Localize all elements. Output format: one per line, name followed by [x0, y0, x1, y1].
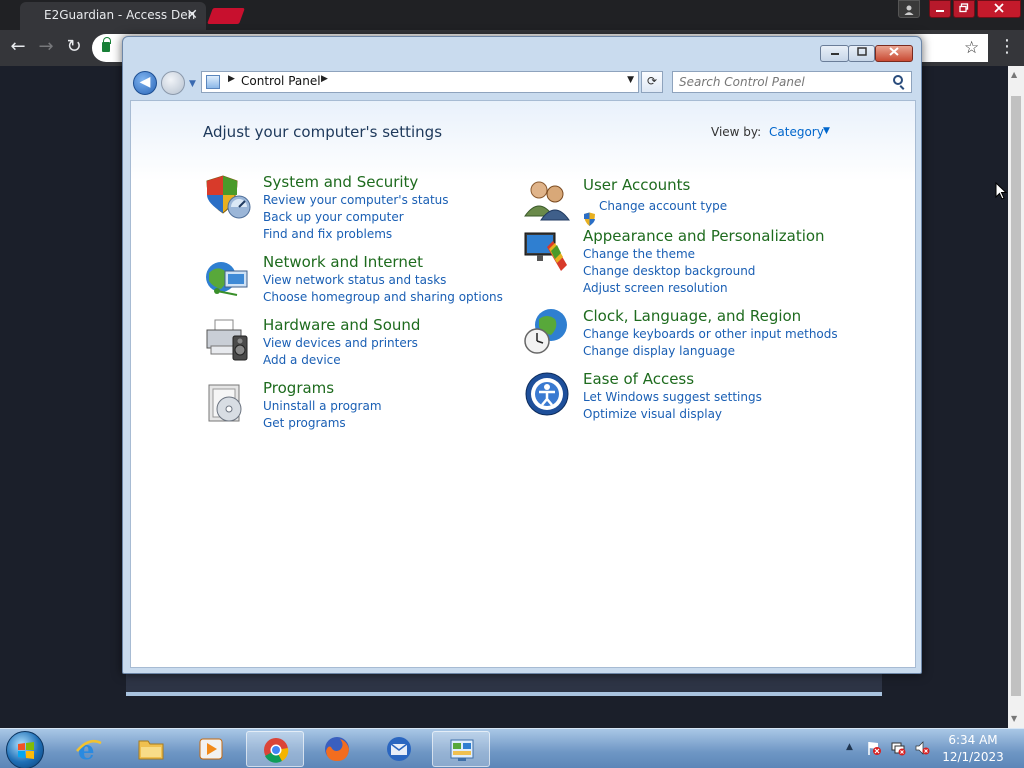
chrome-icon — [264, 738, 289, 763]
view-by-dropdown[interactable]: Category — [769, 125, 824, 139]
network-and-internet-link[interactable]: Network and Internet — [263, 253, 423, 271]
appearance-icon[interactable] — [523, 227, 571, 275]
internet-explorer-icon: e — [76, 736, 102, 763]
ease-of-access-link[interactable]: Ease of Access — [583, 370, 694, 388]
change-display-language-link[interactable]: Change display language — [583, 344, 735, 358]
review-status-link[interactable]: Review your computer's status — [263, 193, 449, 207]
network-status-icon[interactable] — [890, 740, 906, 756]
minimize-button[interactable] — [820, 45, 849, 62]
browser-tab-bar: E2Guardian - Access Den ✕ — [0, 0, 1024, 30]
users-icon[interactable] — [523, 176, 571, 224]
recent-pages-dropdown[interactable]: ▼ — [189, 79, 196, 89]
breadcrumb-control-panel[interactable]: Control Panel — [241, 74, 321, 88]
browser-minimize-button[interactable] — [929, 0, 951, 18]
background-window-edge — [126, 672, 882, 696]
firefox-icon — [325, 737, 349, 761]
system-and-security-link[interactable]: System and Security — [263, 173, 418, 191]
clock-language-region-link[interactable]: Clock, Language, and Region — [583, 307, 801, 325]
thunderbird-icon — [387, 737, 411, 761]
maximize-button[interactable] — [848, 45, 875, 62]
tab-close-icon[interactable]: ✕ — [186, 2, 198, 28]
chevron-down-icon[interactable]: ▼ — [823, 126, 830, 136]
reload-icon[interactable]: ↻ — [62, 36, 86, 60]
uac-shield-icon — [584, 212, 595, 226]
taskbar-chrome[interactable] — [246, 731, 304, 767]
clock-globe-icon[interactable] — [523, 307, 571, 355]
programs-link[interactable]: Programs — [263, 379, 334, 397]
scroll-thumb[interactable] — [1011, 96, 1021, 696]
action-center-flag-icon[interactable] — [866, 740, 882, 756]
clock-date[interactable]: 12/1/2023 — [936, 750, 1010, 764]
browser-menu-icon[interactable]: ⋮ — [998, 36, 1016, 58]
windows-suggest-settings-link[interactable]: Let Windows suggest settings — [583, 390, 762, 404]
taskbar-control-panel[interactable] — [432, 731, 490, 767]
browser-tab[interactable]: E2Guardian - Access Den ✕ — [20, 2, 206, 30]
view-network-status-link[interactable]: View network status and tasks — [263, 273, 446, 287]
back-arrow-icon[interactable]: ← — [6, 36, 30, 60]
taskbar-thunderbird[interactable] — [370, 731, 428, 767]
forward-button[interactable] — [161, 71, 185, 95]
user-accounts-link[interactable]: User Accounts — [583, 176, 690, 194]
lock-icon — [102, 37, 111, 52]
browser-close-button[interactable] — [977, 0, 1021, 18]
back-up-computer-link[interactable]: Back up your computer — [263, 210, 404, 224]
taskbar-firefox[interactable] — [308, 731, 366, 767]
clock-time[interactable]: 6:34 AM — [936, 733, 1010, 747]
windows-logo-icon — [18, 742, 34, 759]
page-title: Adjust your computer's settings — [203, 123, 443, 141]
browser-maximize-button[interactable] — [953, 0, 975, 18]
appearance-personalization-link[interactable]: Appearance and Personalization — [583, 227, 825, 245]
scroll-up-arrow-icon[interactable]: ▲ — [1011, 70, 1017, 79]
control-panel-icon — [450, 739, 474, 761]
control-panel-window: ◀ ▼ ▶ Control Panel ▶ ▼ ⟳ Adjust your co… — [122, 36, 922, 674]
new-tab-button[interactable] — [207, 8, 245, 24]
breadcrumb-separator[interactable]: ▶ — [228, 74, 235, 84]
change-keyboards-link[interactable]: Change keyboards or other input methods — [583, 327, 838, 341]
scroll-down-arrow-icon[interactable]: ▼ — [1011, 714, 1017, 723]
taskbar-media-player[interactable] — [182, 731, 240, 767]
printer-icon[interactable] — [203, 316, 251, 364]
refresh-button[interactable]: ⟳ — [641, 71, 663, 93]
find-fix-problems-link[interactable]: Find and fix problems — [263, 227, 392, 241]
view-by-label: View by: — [711, 125, 762, 139]
network-icon[interactable] — [203, 253, 251, 301]
page-scrollbar[interactable]: ▲ ▼ — [1008, 66, 1024, 728]
search-icon[interactable] — [893, 75, 903, 85]
change-theme-link[interactable]: Change the theme — [583, 247, 695, 261]
adjust-screen-resolution-link[interactable]: Adjust screen resolution — [583, 281, 728, 295]
control-panel-address-bar[interactable]: ▶ Control Panel ▶ ▼ — [201, 71, 639, 93]
ease-of-access-icon[interactable] — [523, 370, 571, 418]
browser-tab-title: E2Guardian - Access Den — [44, 8, 196, 22]
uninstall-program-link[interactable]: Uninstall a program — [263, 399, 382, 413]
profile-icon[interactable] — [898, 0, 920, 18]
hardware-and-sound-link[interactable]: Hardware and Sound — [263, 316, 420, 334]
start-button[interactable] — [6, 731, 44, 768]
media-player-icon — [199, 738, 223, 760]
address-dropdown-icon[interactable]: ▼ — [627, 75, 634, 85]
mouse-cursor-icon — [995, 182, 1007, 200]
view-devices-printers-link[interactable]: View devices and printers — [263, 336, 418, 350]
taskbar-file-explorer[interactable] — [122, 731, 180, 767]
optimize-visual-display-link[interactable]: Optimize visual display — [583, 407, 722, 421]
taskbar-internet-explorer[interactable]: e — [60, 731, 118, 767]
breadcrumb-separator-2[interactable]: ▶ — [321, 74, 328, 84]
back-button[interactable]: ◀ — [133, 71, 157, 95]
add-device-link[interactable]: Add a device — [263, 353, 341, 367]
file-explorer-icon — [138, 740, 164, 760]
get-programs-link[interactable]: Get programs — [263, 416, 346, 430]
volume-muted-icon[interactable] — [914, 740, 930, 756]
control-panel-content: Adjust your computer's settings View by:… — [130, 100, 916, 668]
bookmark-star-icon[interactable]: ☆ — [964, 35, 979, 61]
search-input[interactable] — [672, 71, 912, 93]
control-panel-small-icon — [206, 75, 220, 89]
close-button[interactable] — [875, 45, 913, 62]
show-hidden-icons-icon[interactable]: ▲ — [846, 742, 853, 752]
homegroup-sharing-link[interactable]: Choose homegroup and sharing options — [263, 290, 503, 304]
change-account-type-link[interactable]: Change account type — [599, 199, 727, 213]
change-desktop-background-link[interactable]: Change desktop background — [583, 264, 755, 278]
shield-icon[interactable] — [203, 173, 251, 221]
programs-icon[interactable] — [203, 379, 251, 427]
forward-arrow-icon[interactable]: → — [34, 36, 58, 60]
